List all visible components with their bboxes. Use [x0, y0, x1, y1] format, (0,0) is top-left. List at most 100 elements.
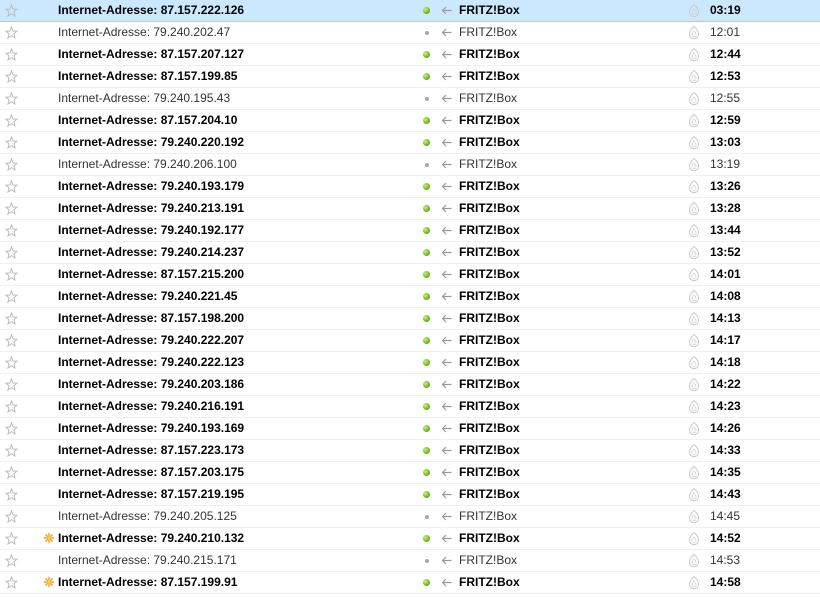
junk-status-icon[interactable] — [688, 157, 700, 172]
message-row[interactable]: Internet-Adresse: 87.157.219.195 FRITZ!B… — [0, 484, 820, 506]
message-row[interactable]: Internet-Adresse: 87.157.204.10 FRITZ!Bo… — [0, 110, 820, 132]
star-icon[interactable] — [4, 245, 19, 260]
star-icon[interactable] — [4, 47, 19, 62]
star-icon[interactable] — [4, 399, 19, 414]
junk-status-icon[interactable] — [688, 47, 700, 62]
junk-status-icon[interactable] — [688, 289, 700, 304]
message-row[interactable]: Internet-Adresse: 87.157.198.200 FRITZ!B… — [0, 308, 820, 330]
unread-status-dot-icon[interactable] — [423, 425, 430, 432]
star-icon[interactable] — [4, 575, 19, 590]
message-row[interactable]: Internet-Adresse: 87.157.199.91 FRITZ!Bo… — [0, 572, 820, 594]
unread-status-dot-icon[interactable] — [423, 359, 430, 366]
message-row[interactable]: Internet-Adresse: 79.240.222.123 FRITZ!B… — [0, 352, 820, 374]
unread-status-dot-icon[interactable] — [423, 7, 430, 14]
unread-status-dot-icon[interactable] — [423, 315, 430, 322]
junk-status-icon[interactable] — [688, 91, 700, 106]
unread-status-dot-icon[interactable] — [423, 535, 430, 542]
message-row[interactable]: Internet-Adresse: 87.157.207.127 FRITZ!B… — [0, 44, 820, 66]
star-icon[interactable] — [4, 333, 19, 348]
unread-status-dot-icon[interactable] — [423, 117, 430, 124]
junk-status-icon[interactable] — [688, 179, 700, 194]
unread-status-dot-icon[interactable] — [425, 97, 429, 101]
message-row[interactable]: Internet-Adresse: 79.240.193.169 FRITZ!B… — [0, 418, 820, 440]
message-row[interactable]: Internet-Adresse: 87.157.222.126 FRITZ!B… — [0, 0, 820, 22]
star-icon[interactable] — [4, 355, 19, 370]
unread-status-dot-icon[interactable] — [423, 337, 430, 344]
star-icon[interactable] — [4, 443, 19, 458]
message-row[interactable]: Internet-Adresse: 79.240.213.191 FRITZ!B… — [0, 198, 820, 220]
unread-status-dot-icon[interactable] — [423, 51, 430, 58]
unread-status-dot-icon[interactable] — [423, 469, 430, 476]
star-icon[interactable] — [4, 311, 19, 326]
message-row[interactable]: Internet-Adresse: 87.157.203.175 FRITZ!B… — [0, 462, 820, 484]
junk-status-icon[interactable] — [688, 487, 700, 502]
message-row[interactable]: Internet-Adresse: 79.240.193.179 FRITZ!B… — [0, 176, 820, 198]
star-icon[interactable] — [4, 201, 19, 216]
unread-status-dot-icon[interactable] — [423, 183, 430, 190]
star-icon[interactable] — [4, 25, 19, 40]
junk-status-icon[interactable] — [688, 509, 700, 524]
message-row[interactable]: Internet-Adresse: 79.240.214.237 FRITZ!B… — [0, 242, 820, 264]
junk-status-icon[interactable] — [688, 333, 700, 348]
star-icon[interactable] — [4, 553, 19, 568]
junk-status-icon[interactable] — [688, 465, 700, 480]
unread-status-dot-icon[interactable] — [423, 447, 430, 454]
message-row[interactable]: Internet-Adresse: 79.240.192.177 FRITZ!B… — [0, 220, 820, 242]
star-icon[interactable] — [4, 113, 19, 128]
junk-status-icon[interactable] — [688, 311, 700, 326]
junk-status-icon[interactable] — [688, 443, 700, 458]
junk-status-icon[interactable] — [688, 223, 700, 238]
star-icon[interactable] — [4, 135, 19, 150]
junk-status-icon[interactable] — [688, 135, 700, 150]
junk-status-icon[interactable] — [688, 575, 700, 590]
star-icon[interactable] — [4, 157, 19, 172]
junk-status-icon[interactable] — [688, 355, 700, 370]
unread-status-dot-icon[interactable] — [423, 579, 430, 586]
message-row[interactable]: Internet-Adresse: 87.157.215.200 FRITZ!B… — [0, 264, 820, 286]
message-row[interactable]: Internet-Adresse: 79.240.202.47 FRITZ!Bo… — [0, 22, 820, 44]
message-row[interactable]: Internet-Adresse: 79.240.203.186 FRITZ!B… — [0, 374, 820, 396]
unread-status-dot-icon[interactable] — [425, 163, 429, 167]
unread-status-dot-icon[interactable] — [423, 381, 430, 388]
message-row[interactable]: Internet-Adresse: 79.240.195.43 FRITZ!Bo… — [0, 88, 820, 110]
junk-status-icon[interactable] — [688, 245, 700, 260]
star-icon[interactable] — [4, 531, 19, 546]
junk-status-icon[interactable] — [688, 201, 700, 216]
star-icon[interactable] — [4, 69, 19, 84]
message-row[interactable]: Internet-Adresse: 79.240.216.191 FRITZ!B… — [0, 396, 820, 418]
star-icon[interactable] — [4, 421, 19, 436]
message-row[interactable]: Internet-Adresse: 79.240.220.192 FRITZ!B… — [0, 132, 820, 154]
unread-status-dot-icon[interactable] — [423, 205, 430, 212]
unread-status-dot-icon[interactable] — [423, 271, 430, 278]
junk-status-icon[interactable] — [688, 421, 700, 436]
message-row[interactable]: Internet-Adresse: 79.240.205.125 FRITZ!B… — [0, 506, 820, 528]
message-row[interactable]: Internet-Adresse: 79.240.215.171 FRITZ!B… — [0, 550, 820, 572]
unread-status-dot-icon[interactable] — [423, 491, 430, 498]
unread-status-dot-icon[interactable] — [423, 403, 430, 410]
unread-status-dot-icon[interactable] — [425, 31, 429, 35]
message-row[interactable]: Internet-Adresse: 79.240.221.45 FRITZ!Bo… — [0, 286, 820, 308]
message-row[interactable]: Internet-Adresse: 79.240.206.100 FRITZ!B… — [0, 154, 820, 176]
unread-status-dot-icon[interactable] — [423, 139, 430, 146]
message-row[interactable]: Internet-Adresse: 79.240.222.207 FRITZ!B… — [0, 330, 820, 352]
junk-status-icon[interactable] — [688, 267, 700, 282]
message-row[interactable]: Internet-Adresse: 79.240.210.132 FRITZ!B… — [0, 528, 820, 550]
star-icon[interactable] — [4, 487, 19, 502]
junk-status-icon[interactable] — [688, 377, 700, 392]
star-icon[interactable] — [4, 267, 19, 282]
unread-status-dot-icon[interactable] — [425, 559, 429, 563]
message-row[interactable]: Internet-Adresse: 87.157.199.85 FRITZ!Bo… — [0, 66, 820, 88]
message-row[interactable]: Internet-Adresse: 87.157.223.173 FRITZ!B… — [0, 440, 820, 462]
star-icon[interactable] — [4, 223, 19, 238]
unread-status-dot-icon[interactable] — [423, 73, 430, 80]
star-icon[interactable] — [4, 465, 19, 480]
star-icon[interactable] — [4, 3, 19, 18]
star-icon[interactable] — [4, 179, 19, 194]
unread-status-dot-icon[interactable] — [423, 249, 430, 256]
unread-status-dot-icon[interactable] — [423, 293, 430, 300]
junk-status-icon[interactable] — [688, 3, 700, 18]
unread-status-dot-icon[interactable] — [423, 227, 430, 234]
star-icon[interactable] — [4, 509, 19, 524]
star-icon[interactable] — [4, 289, 19, 304]
junk-status-icon[interactable] — [688, 531, 700, 546]
